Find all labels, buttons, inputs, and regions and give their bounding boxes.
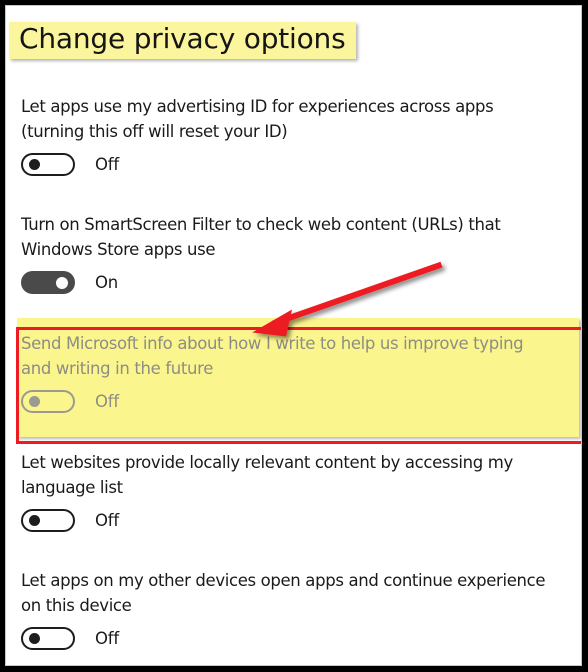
screenshot-frame: Change privacy options Let apps use my a…	[0, 0, 588, 672]
toggle-knob	[29, 159, 40, 170]
setting-label: Turn on SmartScreen Filter to check web …	[21, 212, 581, 262]
setting-cross-device-apps: Let apps on my other devices open apps a…	[21, 568, 581, 650]
setting-label-line-2: language list	[21, 478, 123, 497]
setting-label-line-1: Let apps use my advertising ID for exper…	[21, 97, 494, 116]
setting-toggle-row: Off	[21, 627, 581, 650]
title-highlight: Change privacy options	[9, 22, 356, 59]
setting-label-line-2: Windows Store apps use	[21, 240, 216, 259]
setting-toggle-row: On	[21, 271, 581, 294]
toggle-state-label: Off	[95, 155, 120, 174]
privacy-settings-pane: Change privacy options Let apps use my a…	[5, 5, 582, 666]
callout-box	[16, 327, 581, 444]
setting-toggle-row: Off	[21, 509, 581, 532]
toggle-knob	[56, 276, 68, 289]
setting-smartscreen-filter: Turn on SmartScreen Filter to check web …	[21, 212, 581, 294]
toggle-state-label: On	[95, 273, 119, 292]
page-title-text: Change privacy options	[19, 22, 346, 55]
toggle-knob	[29, 633, 40, 644]
toggle-state-label: Off	[95, 629, 120, 648]
toggle-cross-device-apps[interactable]	[21, 627, 75, 650]
setting-label: Let apps use my advertising ID for exper…	[21, 94, 581, 144]
setting-label-line-1: Let apps on my other devices open apps a…	[21, 571, 546, 590]
setting-toggle-row: Off	[21, 153, 581, 176]
toggle-language-list[interactable]	[21, 509, 75, 532]
setting-advertising-id: Let apps use my advertising ID for exper…	[21, 94, 581, 176]
setting-label: Let websites provide locally relevant co…	[21, 450, 581, 500]
setting-label-line-2: on this device	[21, 596, 132, 615]
setting-label-line-1: Let websites provide locally relevant co…	[21, 453, 513, 472]
setting-language-list: Let websites provide locally relevant co…	[21, 450, 581, 532]
toggle-advertising-id[interactable]	[21, 153, 75, 176]
setting-label-line-1: Turn on SmartScreen Filter to check web …	[21, 215, 501, 234]
setting-label-line-2: (turning this off will reset your ID)	[21, 122, 288, 141]
toggle-state-label: Off	[95, 511, 120, 530]
toggle-knob	[29, 515, 40, 526]
setting-label: Let apps on my other devices open apps a…	[21, 568, 581, 618]
toggle-smartscreen-filter[interactable]	[21, 271, 75, 294]
page-title: Change privacy options	[9, 22, 356, 70]
